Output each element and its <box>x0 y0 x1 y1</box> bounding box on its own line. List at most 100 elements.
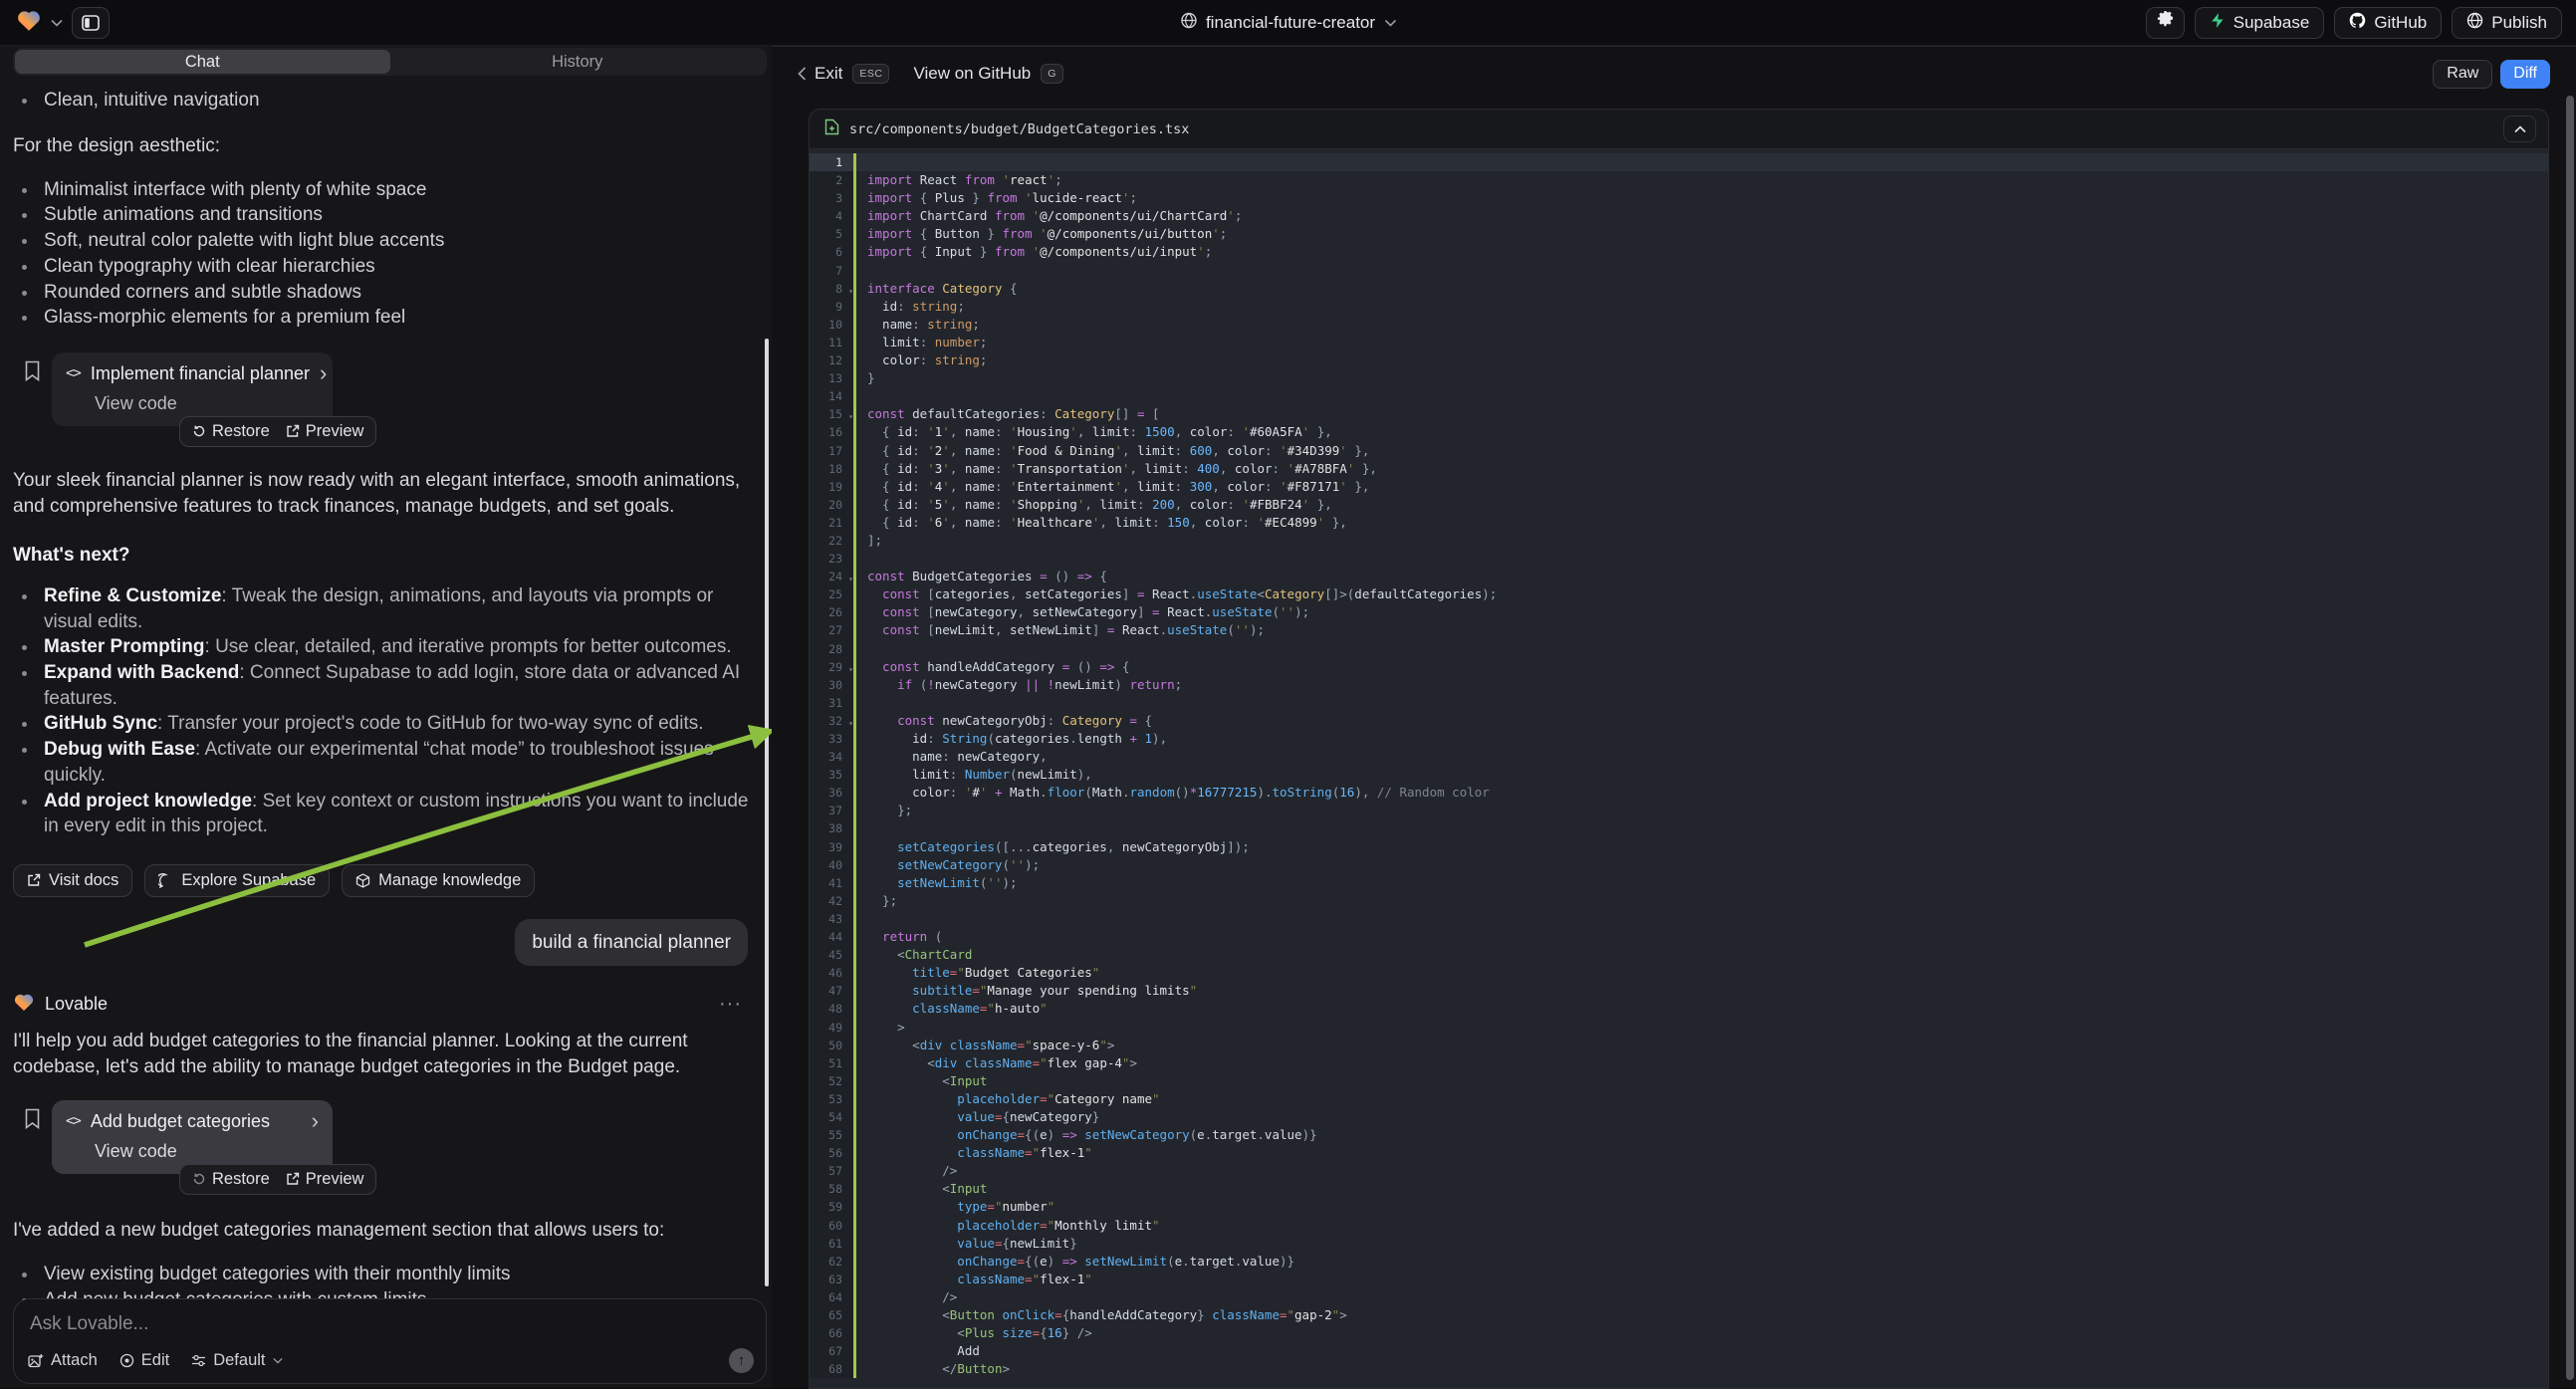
code-line: 7 <box>810 262 2548 280</box>
user-message: build a financial planner <box>515 919 748 966</box>
restore-button[interactable]: Restore <box>192 422 270 441</box>
view-code-link[interactable]: View code <box>95 393 319 414</box>
message-menu-button[interactable]: ··· <box>719 993 750 1016</box>
line-number: 44 <box>810 928 853 946</box>
chat-scrollbar[interactable] <box>765 339 769 1286</box>
list-item: Debug with Ease: Activate our experiment… <box>13 737 750 788</box>
code-line: 14 <box>810 387 2548 405</box>
collapse-file-button[interactable] <box>2503 116 2536 142</box>
code-line: 10 name: string; <box>810 316 2548 334</box>
manage-knowledge-button[interactable]: Manage knowledge <box>342 864 535 897</box>
code-line: 36 color: '#' + Math.floor(Math.random()… <box>810 784 2548 802</box>
g-shortcut-badge: G <box>1041 64 1063 84</box>
chevron-left-icon <box>798 67 807 81</box>
code-scrollbar[interactable] <box>2566 96 2574 1380</box>
chat-stream[interactable]: Clean, intuitive navigation For the desi… <box>0 78 772 1334</box>
chevron-down-icon[interactable] <box>51 14 63 32</box>
raw-toggle-button[interactable]: Raw <box>2433 60 2492 89</box>
file-added-icon <box>824 118 839 140</box>
line-number: 58 <box>810 1180 853 1198</box>
code-line: 21 { id: '6', name: 'Healthcare', limit:… <box>810 514 2548 532</box>
chevron-right-icon: › <box>320 366 327 380</box>
list-item: Minimalist interface with plenty of whit… <box>13 177 750 203</box>
bookmark-icon[interactable] <box>24 1108 41 1134</box>
code-line: 52 <Input <box>810 1072 2548 1090</box>
line-number: 29▾ <box>810 658 853 676</box>
code-line: 31 <box>810 694 2548 712</box>
tool-card-implement-financial-planner[interactable]: <> Implement financial planner › View co… <box>52 352 333 426</box>
line-number: 15▾ <box>810 405 853 423</box>
tool-card-add-budget-categories[interactable]: <> Add budget categories › View code Res… <box>52 1100 333 1174</box>
view-on-github-link[interactable]: View on GitHub <box>913 64 1031 84</box>
preview-button[interactable]: Preview <box>286 1170 364 1189</box>
line-number: 52 <box>810 1072 853 1090</box>
line-number: 48 <box>810 1000 853 1018</box>
code-line: 30 if (!newCategory || !newLimit) return… <box>810 676 2548 694</box>
user-message-row: build a financial planner <box>13 919 750 966</box>
line-number: 21 <box>810 514 853 532</box>
supabase-button[interactable]: Supabase <box>2195 7 2325 39</box>
line-number: 60 <box>810 1217 853 1235</box>
line-number: 47 <box>810 982 853 1000</box>
whats-next-list: Refine & Customize: Tweak the design, an… <box>13 583 750 839</box>
sliders-icon <box>191 1354 206 1367</box>
assistant-paragraph: Your sleek financial planner is now read… <box>13 468 755 520</box>
send-button[interactable]: ↑ <box>729 1348 754 1373</box>
lovable-logo-icon[interactable] <box>16 8 42 37</box>
chat-input-box[interactable]: Ask Lovable... Attach Edit Default ↑ <box>13 1298 767 1384</box>
code-line: 67 Add <box>810 1342 2548 1360</box>
edit-button[interactable]: Edit <box>119 1351 169 1370</box>
bookmark-icon[interactable] <box>24 360 41 386</box>
external-link-icon <box>286 1172 300 1186</box>
code-line: 4import ChartCard from '@/components/ui/… <box>810 207 2548 225</box>
settings-button[interactable] <box>2146 7 2185 39</box>
restore-button[interactable]: Restore <box>192 1170 270 1189</box>
line-number: 6 <box>810 243 853 261</box>
code-line: 49 > <box>810 1019 2548 1037</box>
github-button[interactable]: GitHub <box>2334 7 2442 39</box>
tab-history[interactable]: History <box>390 50 766 74</box>
line-number: 23 <box>810 550 853 568</box>
sidebar-toggle-button[interactable] <box>72 7 110 39</box>
file-header[interactable]: src/components/budget/BudgetCategories.t… <box>810 110 2548 149</box>
publish-button[interactable]: Publish <box>2452 7 2562 39</box>
list-item: GitHub Sync: Transfer your project's cod… <box>13 711 750 737</box>
line-number: 12 <box>810 351 853 369</box>
line-number: 10 <box>810 316 853 334</box>
line-number: 54 <box>810 1108 853 1126</box>
code-line: 57 /> <box>810 1162 2548 1180</box>
chat-panel: Chat History Clean, intuitive navigation… <box>0 46 772 1388</box>
target-icon <box>119 1353 134 1368</box>
list-item: Rounded corners and subtle shadows <box>13 280 750 306</box>
code-view-header: Exit ESC View on GitHub G Raw Diff <box>772 47 2576 101</box>
list-item: Clean typography with clear hierarchies <box>13 254 750 280</box>
list-item: Subtle animations and transitions <box>13 202 750 228</box>
line-number: 50 <box>810 1037 853 1054</box>
explore-supabase-button[interactable]: Explore Supabase <box>144 864 330 897</box>
tab-chat[interactable]: Chat <box>15 50 390 74</box>
diff-toggle-button[interactable]: Diff <box>2500 60 2550 89</box>
line-number: 13 <box>810 369 853 387</box>
line-number: 3 <box>810 189 853 207</box>
code-line: 45 <ChartCard <box>810 946 2548 964</box>
line-number: 56 <box>810 1144 853 1162</box>
code-lines[interactable]: 12import React from 'react';3import { Pl… <box>810 150 2548 1388</box>
project-switcher[interactable]: financial-future-creator <box>1180 12 1396 34</box>
code-line: 2import React from 'react'; <box>810 171 2548 189</box>
view-code-link[interactable]: View code <box>95 1141 319 1162</box>
preview-button[interactable]: Preview <box>286 422 364 441</box>
code-line: 25 const [categories, setCategories] = R… <box>810 585 2548 603</box>
chat-input-placeholder[interactable]: Ask Lovable... <box>30 1313 750 1335</box>
line-number: 33 <box>810 730 853 748</box>
line-number: 38 <box>810 819 853 837</box>
project-icon <box>1180 12 1197 34</box>
visit-docs-button[interactable]: Visit docs <box>13 864 132 897</box>
model-selector[interactable]: Default <box>191 1351 282 1370</box>
code-line: 38 <box>810 819 2548 837</box>
line-number: 16 <box>810 423 853 441</box>
attach-button[interactable]: Attach <box>28 1351 98 1370</box>
code-icon: <> <box>66 1113 81 1129</box>
line-number: 64 <box>810 1288 853 1306</box>
assistant-paragraph: I'll help you add budget categories to t… <box>13 1029 755 1080</box>
exit-button[interactable]: Exit <box>798 64 842 84</box>
